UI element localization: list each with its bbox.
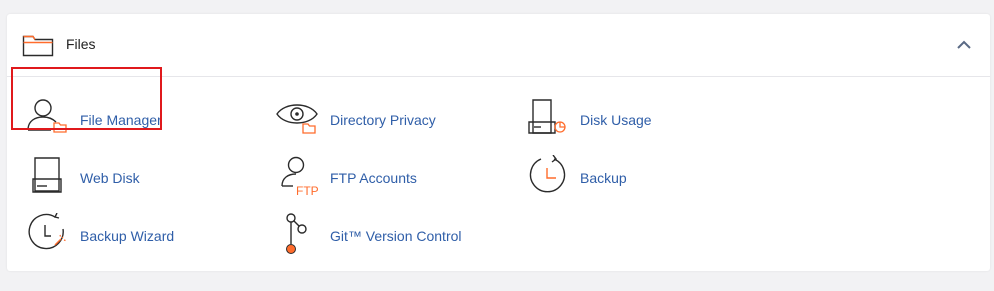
item-label: File Manager — [80, 112, 162, 128]
item-label: Disk Usage — [580, 112, 652, 128]
file-manager-link[interactable]: File Manager — [25, 97, 175, 147]
web-disk-icon — [32, 157, 62, 193]
git-version-control-link[interactable]: Git™ Version Control — [275, 213, 485, 263]
file-manager-icon — [27, 99, 67, 133]
item-label: Directory Privacy — [330, 112, 436, 128]
web-disk-link[interactable]: Web Disk — [25, 155, 175, 205]
item-label: FTP Accounts — [330, 170, 417, 186]
directory-privacy-link[interactable]: Directory Privacy — [275, 97, 475, 147]
section-title: Files — [66, 36, 96, 52]
folder-icon — [22, 35, 54, 57]
item-label: Git™ Version Control — [330, 228, 462, 244]
chevron-up-icon[interactable] — [956, 40, 972, 50]
directory-privacy-icon — [276, 104, 318, 134]
disk-usage-link[interactable]: Disk Usage — [525, 97, 675, 147]
backup-link[interactable]: Backup — [525, 155, 675, 205]
backup-icon — [529, 155, 566, 193]
git-version-control-icon — [286, 213, 307, 254]
backup-wizard-icon — [28, 213, 66, 250]
ftp-accounts-link[interactable]: FTP FTP Accounts — [275, 155, 475, 205]
ftp-accounts-icon: FTP — [281, 156, 319, 198]
backup-wizard-link[interactable]: Backup Wizard — [25, 213, 195, 263]
item-label: Web Disk — [80, 170, 140, 186]
item-label: Backup Wizard — [80, 228, 175, 244]
disk-usage-icon — [528, 99, 566, 134]
files-section-header[interactable]: Files — [7, 14, 990, 77]
ftp-icon-text: FTP — [296, 184, 319, 198]
item-label: Backup — [580, 170, 627, 186]
files-panel: Files File Manager Directory Privacy Dis… — [7, 14, 990, 271]
